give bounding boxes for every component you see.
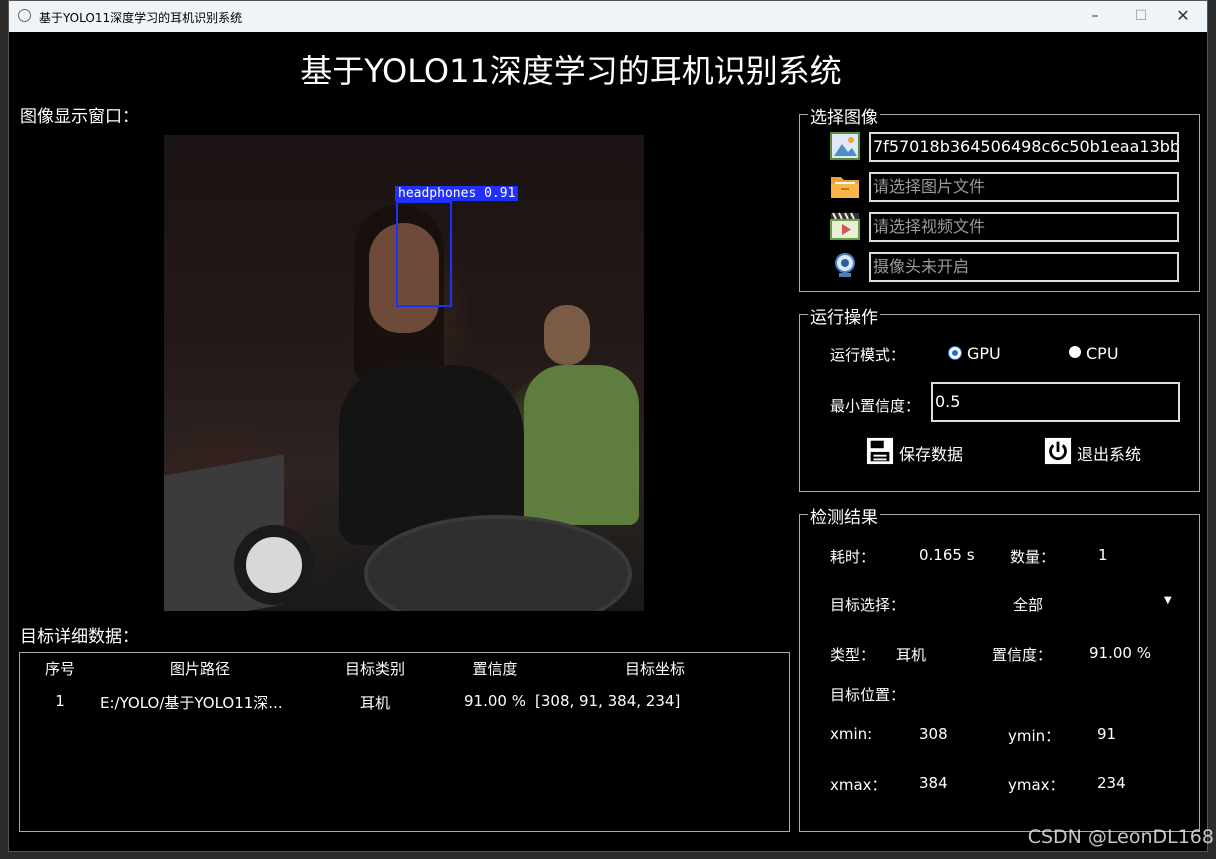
select-image-title: 选择图像 (808, 103, 880, 128)
image-file-field[interactable]: 请选择图片文件 (869, 172, 1179, 202)
column-header-coordinates[interactable]: 目标坐标 (580, 658, 730, 679)
minimize-button[interactable]: – (1075, 5, 1115, 27)
xmin-value: 308 (919, 725, 948, 743)
run-operations-group: 运行操作 运行模式： GPU CPU 最小置信度： 0.5 保存数据 退出系统 (799, 303, 1200, 492)
target-select-dropdown[interactable]: 全部 ▼ (980, 587, 1180, 617)
background-person (524, 295, 639, 525)
ymin-label: ymin： (1008, 727, 1061, 745)
watermark-text: CSDN @LeonDL168 (1027, 826, 1214, 848)
ymax-label: ymax： (1008, 776, 1065, 794)
xmin-label: xmin: (830, 725, 873, 743)
details-label: 目标详细数据： (20, 627, 139, 647)
type-value: 耳机 (896, 646, 927, 664)
detection-results-title: 检测结果 (808, 503, 880, 528)
mixer-knob (234, 525, 314, 605)
video-icon[interactable] (830, 212, 860, 240)
column-header-path[interactable]: 图片路径 (130, 658, 270, 679)
video-file-field[interactable]: 请选择视频文件 (869, 212, 1179, 242)
page-title: 基于YOLO11深度学习的耳机识别系统 (300, 52, 842, 90)
ymin-value: 91 (1097, 725, 1117, 743)
close-button[interactable]: ✕ (1163, 5, 1203, 27)
column-header-confidence[interactable]: 置信度 (445, 658, 545, 679)
save-data-label: 保存数据 (899, 445, 964, 464)
app-icon (18, 9, 31, 22)
count-label: 数量： (1010, 548, 1056, 566)
save-data-button[interactable]: 保存数据 (866, 437, 976, 467)
time-value: 0.165 s (919, 546, 975, 564)
time-label: 耗时： (830, 548, 876, 566)
maximize-button[interactable]: ☐ (1121, 5, 1161, 27)
gpu-radio-label[interactable]: GPU (967, 344, 1001, 363)
result-confidence-value: 91.00 % (1089, 644, 1151, 662)
target-select-label: 目标选择： (830, 596, 906, 614)
type-label: 类型： (830, 646, 876, 664)
cpu-radio[interactable] (1069, 346, 1081, 358)
table-cell-class[interactable]: 耳机 (325, 692, 425, 713)
exit-system-button[interactable]: 退出系统 (1044, 437, 1154, 467)
table-cell-coordinates[interactable]: [308, 91, 384, 234] (535, 692, 685, 710)
image-icon[interactable] (830, 132, 860, 160)
image-path-field[interactable]: 7f57018b364506498c6c50b1eaa13bb.jpg (869, 132, 1179, 162)
image-panel-label: 图像显示窗口： (20, 107, 139, 127)
min-confidence-input[interactable]: 0.5 (931, 382, 1180, 422)
min-confidence-label: 最小置信度： (830, 397, 921, 415)
count-value: 1 (1098, 546, 1108, 564)
detection-image: headphones 0.91 (164, 135, 644, 611)
table-cell-confidence[interactable]: 91.00 % (445, 692, 545, 710)
details-table[interactable]: 序号 图片路径 目标类别 置信度 目标坐标 1 E:/YOLO/基于YOLO11… (19, 652, 790, 832)
position-label: 目标位置： (830, 686, 906, 704)
cpu-radio-label[interactable]: CPU (1086, 344, 1119, 363)
run-mode-label: 运行模式： (830, 346, 906, 364)
title-bar: 基于YOLO11深度学习的耳机识别系统 – ☐ ✕ (9, 1, 1207, 32)
chevron-down-icon: ▼ (1164, 595, 1172, 606)
target-select-value: 全部 (1013, 596, 1044, 614)
table-cell-path[interactable]: E:/YOLO/基于YOLO11深... (100, 692, 300, 713)
folder-icon[interactable] (830, 172, 860, 200)
ymax-value: 234 (1097, 774, 1126, 792)
gpu-radio[interactable] (949, 347, 961, 359)
app-window: 基于YOLO11深度学习的耳机识别系统 – ☐ ✕ 基于YOLO11深度学习的耳… (8, 0, 1208, 852)
table-cell-index[interactable]: 1 (40, 692, 80, 710)
select-image-group: 选择图像 7f57018b364506498c6c50b1eaa13bb.jpg… (799, 103, 1200, 292)
detection-bounding-box (396, 201, 452, 307)
save-icon (866, 437, 894, 465)
run-operations-title: 运行操作 (808, 303, 880, 328)
detection-box-label: headphones 0.91 (395, 186, 519, 201)
exit-system-label: 退出系统 (1077, 445, 1142, 464)
result-confidence-label: 置信度： (992, 646, 1053, 664)
column-header-class[interactable]: 目标类别 (325, 658, 425, 679)
power-icon (1044, 437, 1072, 465)
xmax-label: xmax： (830, 776, 887, 794)
xmax-value: 384 (919, 774, 948, 792)
webcam-icon[interactable] (830, 252, 860, 280)
detection-results-group: 检测结果 耗时： 0.165 s 数量： 1 目标选择： 全部 ▼ 类型： 耳机… (799, 503, 1200, 832)
window-title: 基于YOLO11深度学习的耳机识别系统 (39, 11, 243, 25)
column-header-index[interactable]: 序号 (40, 658, 80, 679)
camera-status-field[interactable]: 摄像头未开启 (869, 252, 1179, 282)
